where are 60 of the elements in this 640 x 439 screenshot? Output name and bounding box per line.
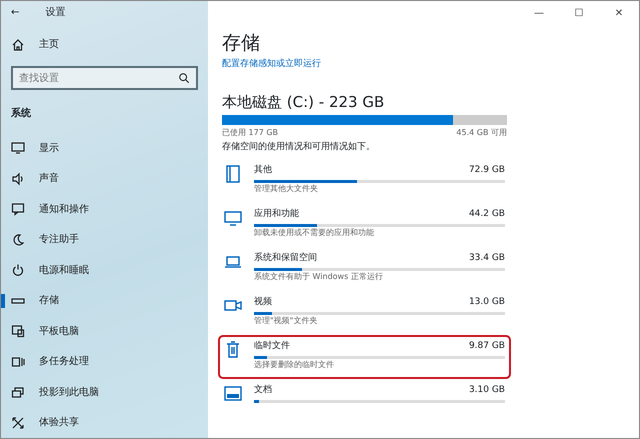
category-description: 管理其他大文件夹	[254, 184, 319, 194]
home-icon	[11, 38, 25, 52]
category-name: 应用和功能	[254, 208, 299, 222]
tablet-icon	[11, 324, 25, 338]
message-icon	[11, 202, 25, 216]
trash-icon	[224, 340, 242, 360]
nav-item[interactable]: 显示	[1, 133, 208, 164]
category-name: 文档	[254, 384, 272, 398]
category-size: 33.4 GB	[468, 252, 505, 266]
category-description: 选择要删除的临时文件	[254, 360, 335, 370]
home-link[interactable]: 主页	[1, 30, 208, 60]
storage-category[interactable]: 其他 72.9 GB 管理其他大文件夹	[218, 159, 511, 204]
free-space-text: 45.4 GB 可用	[456, 128, 507, 138]
category-name: 视频	[254, 296, 272, 310]
storage-category[interactable]: 临时文件 9.87 GB 选择要删除的临时文件	[218, 335, 511, 380]
nav-item[interactable]: 专注助手	[1, 224, 208, 256]
storage-summary-text: 存储空间的使用情况和可用情况如下。	[222, 140, 376, 154]
moon-icon	[11, 232, 25, 247]
power-icon	[11, 263, 25, 278]
book-icon	[224, 164, 242, 184]
category-name: 临时文件	[254, 340, 290, 354]
settings-link[interactable]: 配置存储感知或立即运行	[222, 58, 321, 69]
projector-icon	[11, 385, 25, 400]
category-description: 管理"视频"文件夹	[254, 316, 318, 326]
back-button[interactable]: ←	[11, 5, 20, 20]
cross-arrows-icon	[11, 416, 25, 430]
nav-item[interactable]: 存储	[1, 286, 208, 316]
storage-category[interactable]: 系统和保留空间 33.4 GB 系统文件有助于 Windows 正常运行	[218, 247, 511, 292]
storage-category[interactable]: 应用和功能 44.2 GB 卸载未使用或不需要的应用和功能	[218, 203, 511, 248]
used-space-text: 已使用 177 GB	[222, 128, 278, 138]
category-name: 系统和保留空间	[254, 252, 317, 266]
maximize-button[interactable]: ☐	[559, 1, 599, 25]
category-name: 其他	[254, 164, 272, 178]
category-size: 9.87 GB	[468, 340, 505, 354]
category-description: 系统文件有助于 Windows 正常运行	[254, 272, 384, 282]
section-heading: 系统	[10, 106, 32, 122]
minimize-button[interactable]: —	[519, 1, 559, 25]
storage-category[interactable]: 视频 13.0 GB 管理"视频"文件夹	[218, 291, 511, 336]
display-icon	[11, 141, 25, 156]
nav-item[interactable]: 体验共享	[1, 407, 208, 438]
close-button[interactable]: ✕	[599, 1, 639, 25]
category-size: 72.9 GB	[468, 164, 505, 178]
nav-item[interactable]: 通知和操作	[1, 194, 208, 225]
nav-item[interactable]: 投影到此电脑	[1, 376, 208, 408]
storage-category[interactable]: 文档 3.10 GB	[218, 379, 511, 424]
window-title: 设置	[45, 6, 66, 20]
category-size: 3.10 GB	[468, 384, 505, 398]
category-description: 卸载未使用或不需要的应用和功能	[254, 228, 375, 238]
search-field[interactable]: 查找设置	[11, 66, 198, 90]
category-size: 44.2 GB	[468, 208, 505, 222]
search-icon	[178, 72, 190, 84]
disk-title: 本地磁盘 (C:) - 223 GB	[222, 93, 386, 112]
nav-item[interactable]: 平板电脑	[1, 316, 208, 346]
page-title: 存储	[222, 31, 261, 56]
nav-item[interactable]: 电源和睡眠	[1, 255, 208, 286]
windows-icon	[11, 354, 25, 369]
nav-item[interactable]: 声音	[1, 164, 208, 194]
speaker-icon	[11, 172, 25, 186]
category-size: 13.0 GB	[468, 296, 505, 310]
nav-item[interactable]: 多任务处理	[1, 346, 208, 377]
